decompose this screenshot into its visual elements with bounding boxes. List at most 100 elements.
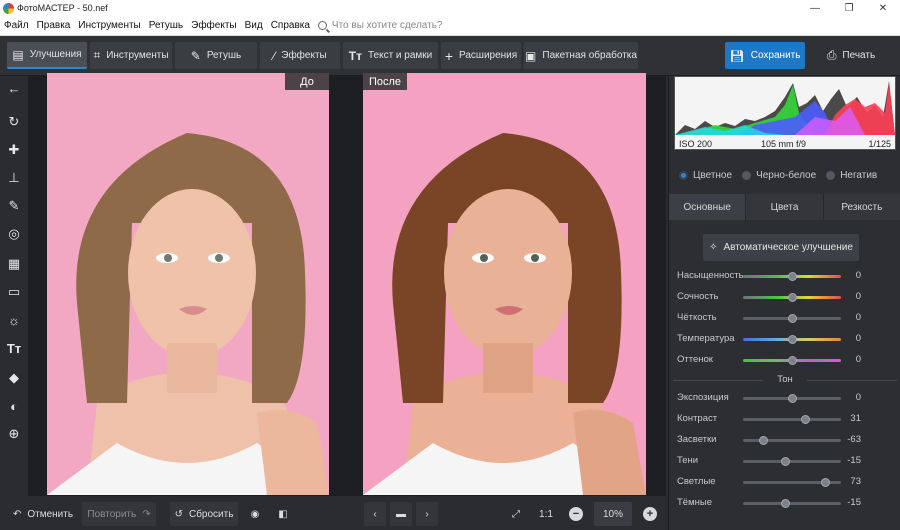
main-toolbar: ▤ Улучшения ⌗ Инструменты ✎ Ретушь ⁄ Эфф… (0, 36, 900, 76)
undo-button[interactable]: ↶ Отменить (8, 502, 78, 526)
tab-enhancements-label: Улучшения (29, 49, 82, 60)
zoom-percent-field[interactable]: 10% (594, 502, 632, 526)
radio-color[interactable] (679, 170, 688, 180)
brush-tool-icon[interactable]: ✎ (4, 196, 24, 216)
eraser-icon[interactable]: ◐ (4, 396, 24, 416)
tab-text-frames[interactable]: Tт Текст и рамки (343, 42, 438, 69)
floppy-disk-icon: 💾︎ (729, 48, 745, 63)
slider-row: Температура 0 (669, 331, 900, 347)
menu-help[interactable]: Справка (267, 20, 314, 31)
close-button[interactable]: ✕ (866, 0, 900, 16)
slider-handle[interactable] (788, 394, 797, 403)
radial-filter-icon[interactable]: ◎ (4, 224, 24, 244)
light-icon[interactable]: ☼ (4, 310, 24, 330)
stamp-icon[interactable]: ⊥ (4, 168, 24, 188)
tab-tools[interactable]: ⌗ Инструменты (90, 42, 172, 69)
text-tool-icon[interactable]: Tт (4, 338, 24, 358)
tone-section-header: Тон (669, 374, 900, 385)
slider-track[interactable] (743, 457, 841, 466)
slider-label: Светлые (677, 476, 716, 487)
minimize-button[interactable]: — (798, 0, 832, 16)
slider-track[interactable] (743, 436, 841, 445)
slider-row: Экспозиция 0 (669, 390, 900, 406)
save-button[interactable]: 💾︎ Сохранить (725, 42, 805, 69)
histogram-lens: 105 mm f/9 (761, 139, 807, 149)
slider-handle[interactable] (821, 478, 831, 487)
menu-edit[interactable]: Правка (33, 20, 75, 31)
app-logo-icon (3, 2, 14, 14)
slider-track[interactable] (743, 394, 841, 403)
slider-track[interactable] (743, 478, 841, 487)
redo-button[interactable]: Повторить ↷ (82, 502, 156, 526)
slider-track[interactable] (743, 356, 841, 365)
radio-negative[interactable] (826, 170, 836, 180)
zoom-out-button[interactable]: − (566, 502, 586, 526)
auto-enhance-button[interactable]: ✧ Автоматическое улучшение (703, 234, 859, 261)
vignette-icon[interactable]: ▭ (4, 282, 24, 302)
menu-view[interactable]: Вид (241, 20, 267, 31)
photo-canvas[interactable]: До После (28, 73, 666, 496)
slider-track[interactable] (743, 499, 841, 508)
reset-button[interactable]: ↺ Сбросить (170, 502, 238, 526)
slider-row: Оттенок 0 (669, 352, 900, 368)
slider-label: Засветки (677, 434, 717, 445)
slider-track[interactable] (743, 314, 841, 323)
tab-retouch[interactable]: ✎ Ретушь (175, 42, 257, 69)
previous-image-icon[interactable]: ‹ (364, 502, 386, 526)
left-tool-column: ← ↻ ✚ ⊥ ✎ ◎ ▦ ▭ ☼ Tт ◆ ◐ ⊕ (0, 76, 28, 496)
slider-handle[interactable] (758, 436, 768, 445)
fit-to-screen-icon[interactable]: ⤢ (506, 502, 526, 526)
target-icon[interactable]: ⊕ (4, 424, 24, 444)
zoom-out-icon: − (569, 507, 583, 521)
paint-bucket-icon[interactable]: ◆ (4, 368, 24, 388)
zoom-in-button[interactable]: + (640, 502, 660, 526)
next-image-icon[interactable]: › (416, 502, 438, 526)
slider-value: 0 (855, 333, 861, 344)
slider-handle[interactable] (781, 457, 791, 466)
slider-handle[interactable] (788, 293, 797, 302)
tab-text-frames-label: Текст и рамки (367, 50, 433, 61)
magic-sparkle-icon: ✧ (709, 242, 718, 253)
maximize-button[interactable]: ❐ (832, 0, 866, 16)
slider-label: Температура (677, 333, 735, 344)
slider-handle[interactable] (800, 415, 810, 424)
folder-icon[interactable]: ▬ (390, 502, 412, 526)
preview-eye-icon[interactable]: ◉ (244, 502, 266, 526)
rotate-icon[interactable]: ↻ (4, 112, 24, 132)
tab-batch-processing[interactable]: ▣ Пакетная обработка (524, 42, 638, 69)
slider-handle[interactable] (788, 356, 797, 365)
slider-handle[interactable] (788, 314, 797, 323)
back-arrow-icon[interactable]: ← (4, 78, 24, 98)
radio-black-white[interactable] (742, 170, 752, 180)
adjustments-panel: ISO 200 105 mm f/9 1/125 Цветное Черно-б… (668, 76, 900, 530)
menu-retouch[interactable]: Ретушь (145, 20, 187, 31)
save-button-label: Сохранить (750, 50, 801, 61)
slider-track[interactable] (743, 415, 841, 424)
print-button[interactable]: ⎙ Печать (809, 42, 893, 69)
tab-enhancements[interactable]: ▤ Улучшения (7, 42, 87, 69)
menu-file[interactable]: Файл (0, 20, 33, 31)
tab-sharpness[interactable]: Резкость (823, 194, 900, 220)
tab-effects[interactable]: ⁄ Эффекты (260, 42, 340, 69)
slider-track[interactable] (743, 293, 841, 302)
slider-track[interactable] (743, 335, 841, 344)
menu-effects[interactable]: Эффекты (187, 20, 240, 31)
compare-split-icon[interactable]: ◧ (272, 502, 294, 526)
zoom-1-to-1-button[interactable]: 1:1 (536, 502, 556, 526)
tab-basic[interactable]: Основные (669, 194, 747, 220)
slider-value: 73 (850, 476, 861, 487)
command-search[interactable]: Что вы хотите сделать? (317, 20, 442, 31)
tab-extensions[interactable]: + Расширения (441, 42, 521, 69)
slider-handle[interactable] (788, 272, 797, 281)
menu-tools[interactable]: Инструменты (74, 20, 144, 31)
slider-value: 0 (855, 312, 861, 323)
text-icon: Tт (348, 48, 362, 63)
slider-row: Тёмные -15 (669, 495, 900, 511)
slider-handle[interactable] (788, 335, 797, 344)
tab-colors[interactable]: Цвета (746, 194, 824, 220)
gradient-filter-icon[interactable]: ▦ (4, 254, 24, 274)
crop-icon: ⌗ (93, 48, 101, 62)
slider-handle[interactable] (781, 499, 791, 508)
slider-track[interactable] (743, 272, 841, 281)
bandage-icon[interactable]: ✚ (4, 140, 24, 160)
